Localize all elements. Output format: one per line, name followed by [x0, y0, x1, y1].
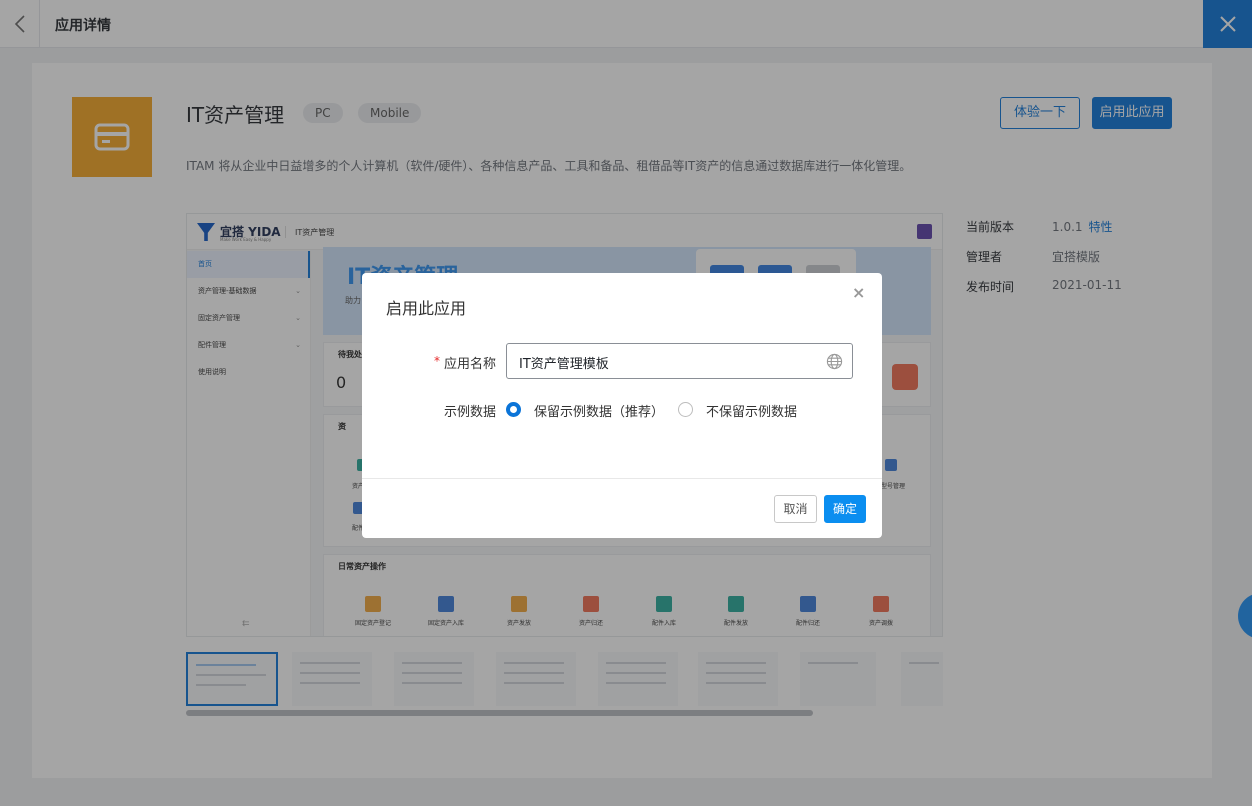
dialog-divider: [362, 478, 882, 479]
app-name-value: IT资产管理模板: [519, 357, 609, 372]
enable-app-dialog: 启用此应用 × * 应用名称 IT资产管理模板 示例数据 保留示例数据（推荐） …: [362, 273, 882, 538]
confirm-button[interactable]: 确定: [824, 495, 866, 523]
app-name-label: 应用名称: [443, 357, 496, 372]
close-icon: ×: [852, 283, 866, 302]
globe-icon[interactable]: [826, 353, 843, 370]
cancel-button[interactable]: 取消: [774, 495, 817, 523]
radio-discard-sample[interactable]: [678, 402, 693, 417]
dialog-close-button[interactable]: ×: [852, 283, 865, 302]
discard-sample-label[interactable]: 不保留示例数据: [706, 401, 797, 420]
app-name-input[interactable]: IT资产管理模板: [506, 343, 853, 379]
sample-data-label: 示例数据: [443, 405, 496, 420]
keep-sample-label[interactable]: 保留示例数据（推荐）: [534, 401, 664, 420]
radio-keep-sample[interactable]: [506, 402, 521, 417]
dialog-title: 启用此应用: [386, 299, 467, 318]
